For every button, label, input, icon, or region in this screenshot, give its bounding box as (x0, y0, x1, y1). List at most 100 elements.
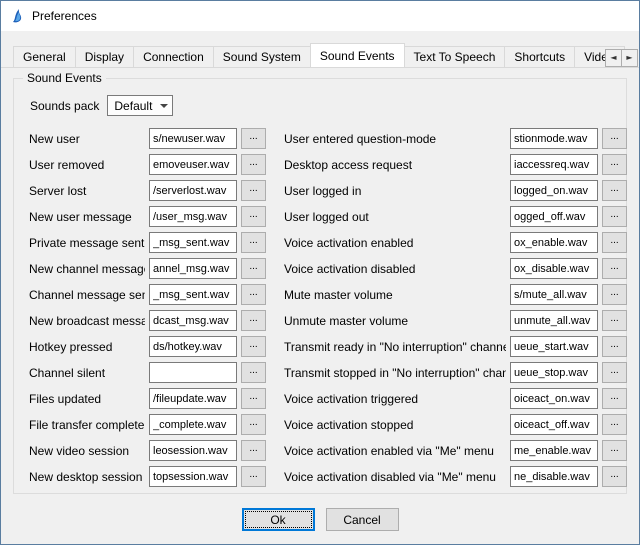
browse-button[interactable]: ... (602, 388, 627, 409)
tab-sound-events[interactable]: Sound Events (310, 43, 405, 68)
sound-event-row: Channel silent ... (29, 362, 266, 383)
sound-file-input[interactable] (510, 206, 598, 227)
browse-button[interactable]: ... (241, 388, 266, 409)
browse-button[interactable]: ... (241, 336, 266, 357)
sound-event-row: Voice activation disabled via "Me" menu … (284, 466, 627, 487)
sound-file-input[interactable] (149, 310, 237, 331)
tab-general[interactable]: General (13, 46, 76, 67)
sound-event-label: Transmit ready in "No interruption" chan… (284, 340, 506, 354)
browse-button[interactable]: ... (602, 154, 627, 175)
browse-button[interactable]: ... (602, 336, 627, 357)
sound-event-row: Transmit stopped in "No interruption" ch… (284, 362, 627, 383)
sound-event-row: File transfer complete ... (29, 414, 266, 435)
sound-events-left-column: New user ... User removed ... Server los… (29, 128, 266, 492)
sound-event-row: Voice activation enabled ... (284, 232, 627, 253)
sound-file-input[interactable] (149, 258, 237, 279)
browse-button[interactable]: ... (602, 414, 627, 435)
sound-file-input[interactable] (510, 128, 598, 149)
browse-button[interactable]: ... (241, 206, 266, 227)
tab-text-to-speech[interactable]: Text To Speech (404, 46, 506, 67)
sound-event-label: Voice activation enabled via "Me" menu (284, 444, 506, 458)
sound-file-input[interactable] (149, 466, 237, 487)
sound-event-row: Private message sent ... (29, 232, 266, 253)
browse-button[interactable]: ... (241, 310, 266, 331)
sound-file-input[interactable] (510, 232, 598, 253)
group-title: Sound Events (23, 71, 106, 85)
sound-event-label: Voice activation stopped (284, 418, 506, 432)
sound-event-row: User logged in ... (284, 180, 627, 201)
window-title: Preferences (32, 9, 97, 23)
sound-event-row: Mute master volume ... (284, 284, 627, 305)
sound-file-input[interactable] (149, 128, 237, 149)
browse-button[interactable]: ... (602, 180, 627, 201)
tab-shortcuts[interactable]: Shortcuts (504, 46, 575, 67)
sound-file-input[interactable] (510, 466, 598, 487)
sound-event-row: User logged out ... (284, 206, 627, 227)
browse-button[interactable]: ... (602, 310, 627, 331)
tab-sound-system[interactable]: Sound System (213, 46, 311, 67)
browse-button[interactable]: ... (602, 258, 627, 279)
browse-button[interactable]: ... (241, 232, 266, 253)
sound-event-label: User entered question-mode (284, 132, 506, 146)
sound-events-right-column: User entered question-mode ... Desktop a… (284, 128, 627, 492)
sound-file-input[interactable] (149, 440, 237, 461)
sound-file-input[interactable] (510, 310, 598, 331)
sound-file-input[interactable] (510, 414, 598, 435)
tab-display[interactable]: Display (75, 46, 134, 67)
browse-button[interactable]: ... (241, 466, 266, 487)
sound-file-input[interactable] (149, 388, 237, 409)
browse-button[interactable]: ... (241, 284, 266, 305)
sound-file-input[interactable] (149, 154, 237, 175)
sound-event-label: Channel silent (29, 366, 145, 380)
browse-button[interactable]: ... (602, 128, 627, 149)
sound-event-row: New user message ... (29, 206, 266, 227)
sound-file-input[interactable] (149, 232, 237, 253)
sound-file-input[interactable] (149, 180, 237, 201)
browse-button[interactable]: ... (241, 128, 266, 149)
sound-file-input[interactable] (149, 284, 237, 305)
browse-button[interactable]: ... (241, 180, 266, 201)
sound-file-input[interactable] (149, 362, 237, 383)
sound-event-label: Hotkey pressed (29, 340, 145, 354)
browse-button[interactable]: ... (241, 362, 266, 383)
tab-connection[interactable]: Connection (133, 46, 214, 67)
sound-event-row: Server lost ... (29, 180, 266, 201)
sound-file-input[interactable] (510, 284, 598, 305)
sound-file-input[interactable] (510, 336, 598, 357)
sound-file-input[interactable] (510, 362, 598, 383)
preferences-window: Preferences GeneralDisplayConnectionSoun… (0, 0, 640, 545)
browse-button[interactable]: ... (602, 362, 627, 383)
browse-button[interactable]: ... (602, 284, 627, 305)
cancel-button[interactable]: Cancel (326, 508, 399, 531)
sound-event-row: Voice activation disabled ... (284, 258, 627, 279)
browse-button[interactable]: ... (602, 232, 627, 253)
browse-button[interactable]: ... (241, 440, 266, 461)
sounds-pack-value: Default (114, 99, 152, 113)
sound-file-input[interactable] (510, 440, 598, 461)
sound-event-label: New desktop session (29, 470, 145, 484)
sounds-pack-label: Sounds pack (30, 99, 99, 113)
sounds-pack-select[interactable]: Default (107, 95, 173, 116)
sound-file-input[interactable] (510, 258, 598, 279)
sound-file-input[interactable] (510, 180, 598, 201)
sound-event-row: Transmit ready in "No interruption" chan… (284, 336, 627, 357)
sound-file-input[interactable] (510, 388, 598, 409)
sound-event-row: New broadcast message ... (29, 310, 266, 331)
ok-button[interactable]: Ok (242, 508, 315, 531)
sound-file-input[interactable] (149, 414, 237, 435)
app-icon (9, 8, 25, 24)
chevron-down-icon (160, 104, 168, 108)
tab-scroll-left-icon[interactable]: ◄ (605, 49, 622, 67)
tab-bar: GeneralDisplayConnectionSound SystemSoun… (1, 43, 639, 68)
browse-button[interactable]: ... (241, 258, 266, 279)
sound-file-input[interactable] (149, 336, 237, 357)
title-bar[interactable]: Preferences (1, 1, 639, 31)
browse-button[interactable]: ... (241, 154, 266, 175)
browse-button[interactable]: ... (602, 466, 627, 487)
sound-file-input[interactable] (510, 154, 598, 175)
browse-button[interactable]: ... (241, 414, 266, 435)
browse-button[interactable]: ... (602, 440, 627, 461)
tab-scroll-right-icon[interactable]: ► (621, 49, 638, 67)
sound-file-input[interactable] (149, 206, 237, 227)
browse-button[interactable]: ... (602, 206, 627, 227)
